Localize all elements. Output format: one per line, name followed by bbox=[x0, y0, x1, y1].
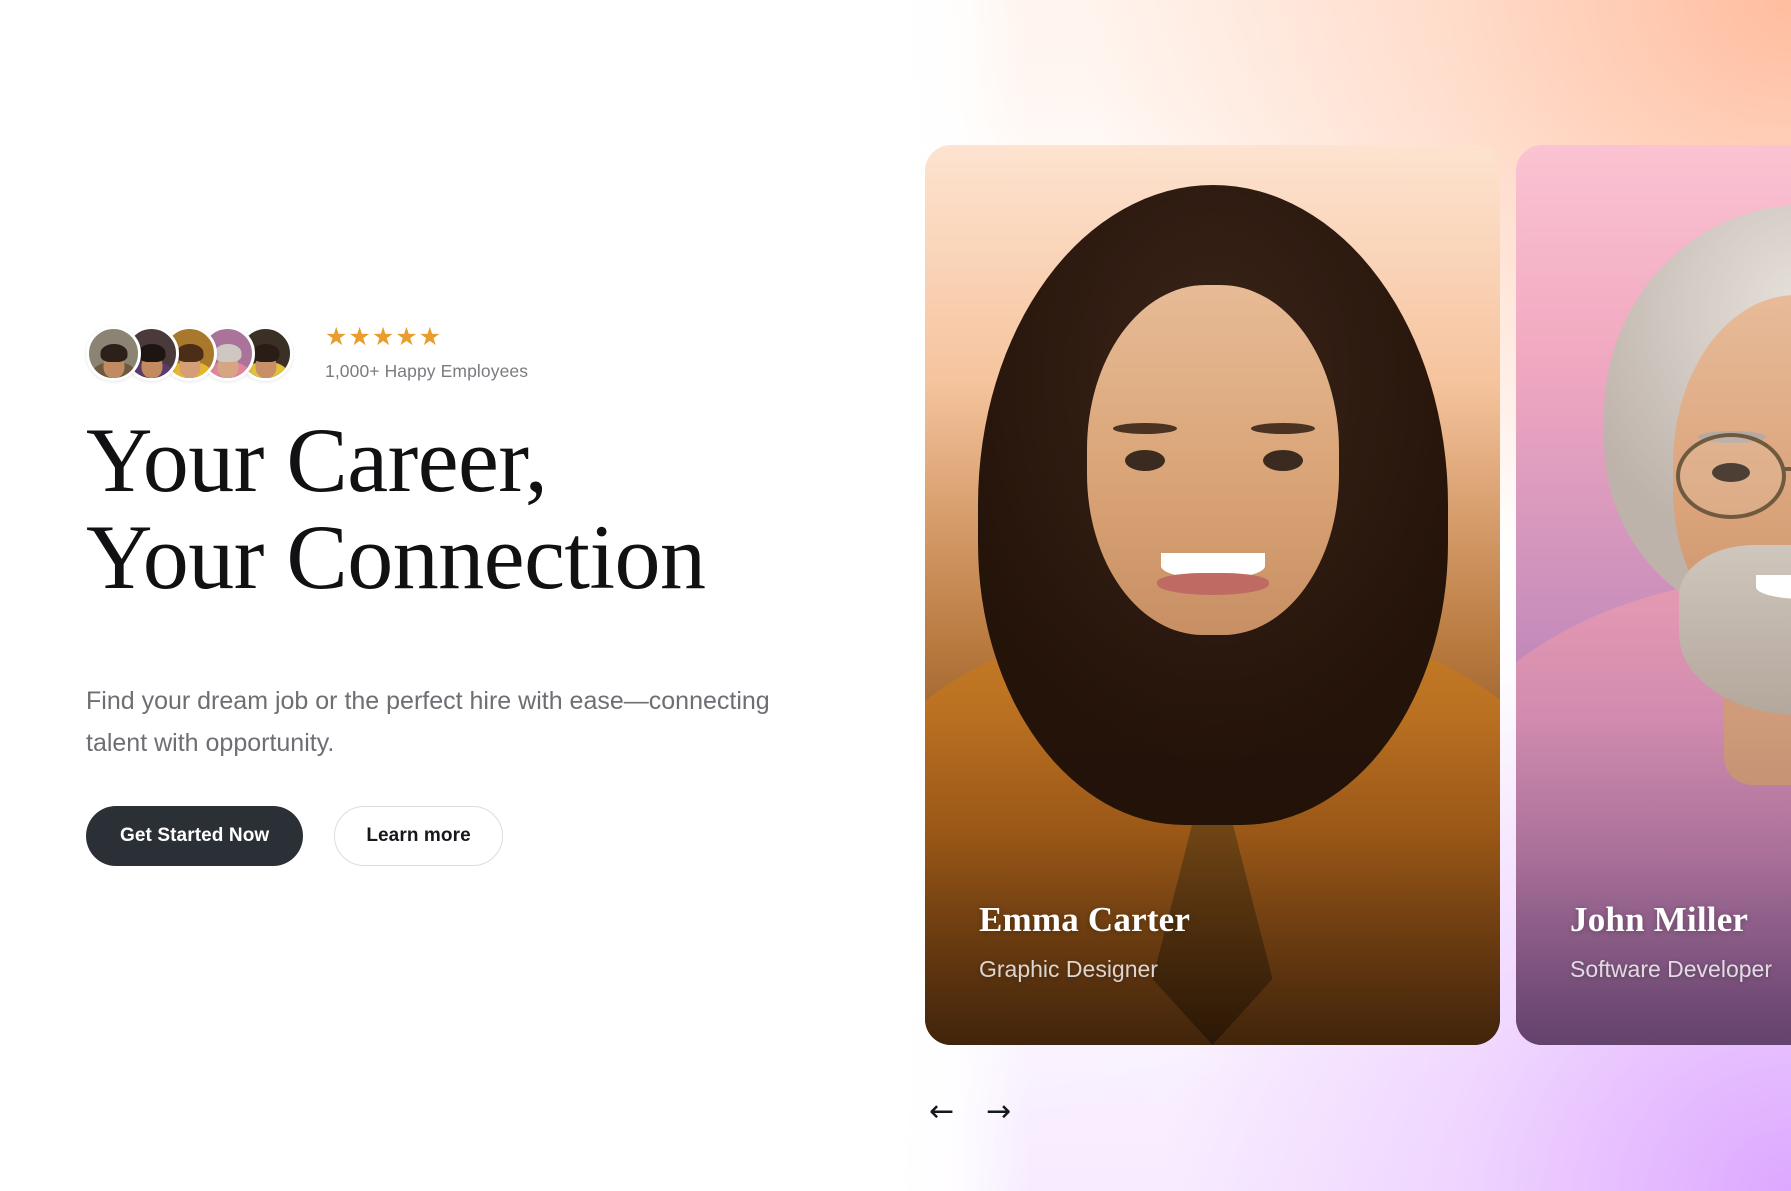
carousel-next-arrow-icon[interactable]: → bbox=[982, 1095, 1015, 1129]
profile-card[interactable]: John Miller Software Developer bbox=[1516, 145, 1791, 1045]
hero-subtitle: Find your dream job or the perfect hire … bbox=[86, 687, 770, 757]
card-person-role: Graphic Designer bbox=[979, 956, 1158, 982]
carousel-navigation: ← → bbox=[925, 1095, 1015, 1129]
profile-card[interactable]: Emma Carter Graphic Designer bbox=[925, 145, 1500, 1045]
avatar bbox=[86, 326, 141, 381]
card-caption: John Miller Software Developer bbox=[1570, 900, 1772, 983]
get-started-button[interactable]: Get Started Now bbox=[86, 806, 304, 866]
learn-more-button[interactable]: Learn more bbox=[334, 806, 503, 866]
happy-employees-count: 1,000+ Happy Employees bbox=[325, 361, 529, 381]
eyeglasses-icon bbox=[1676, 433, 1786, 519]
card-gradient-scrim bbox=[1516, 715, 1791, 1045]
star-rating-icon: ★★★★★ bbox=[325, 323, 443, 351]
card-gradient-scrim bbox=[925, 715, 1500, 1045]
cta-button-row: Get Started Now Learn more bbox=[86, 806, 503, 866]
page-title: Your Career, Your Connection bbox=[86, 412, 826, 605]
profile-card-carousel: Emma Carter Graphic Designer John Miller… bbox=[925, 145, 1791, 1045]
avatar-group bbox=[86, 326, 293, 381]
rating-block: ★★★★★ 1,000+ Happy Employees bbox=[325, 325, 528, 382]
card-caption: Emma Carter Graphic Designer bbox=[979, 900, 1190, 983]
hero-text-column: ★★★★★ 1,000+ Happy Employees Your Career… bbox=[86, 0, 846, 1191]
card-person-name: John Miller bbox=[1570, 900, 1749, 939]
card-person-role: Software Developer bbox=[1570, 956, 1772, 982]
social-proof: ★★★★★ 1,000+ Happy Employees bbox=[86, 325, 528, 382]
card-person-name: Emma Carter bbox=[979, 900, 1191, 939]
headline-line-2: Your Connection bbox=[86, 505, 706, 608]
carousel-prev-arrow-icon[interactable]: ← bbox=[925, 1095, 958, 1129]
headline-line-1: Your Career, bbox=[86, 409, 548, 511]
